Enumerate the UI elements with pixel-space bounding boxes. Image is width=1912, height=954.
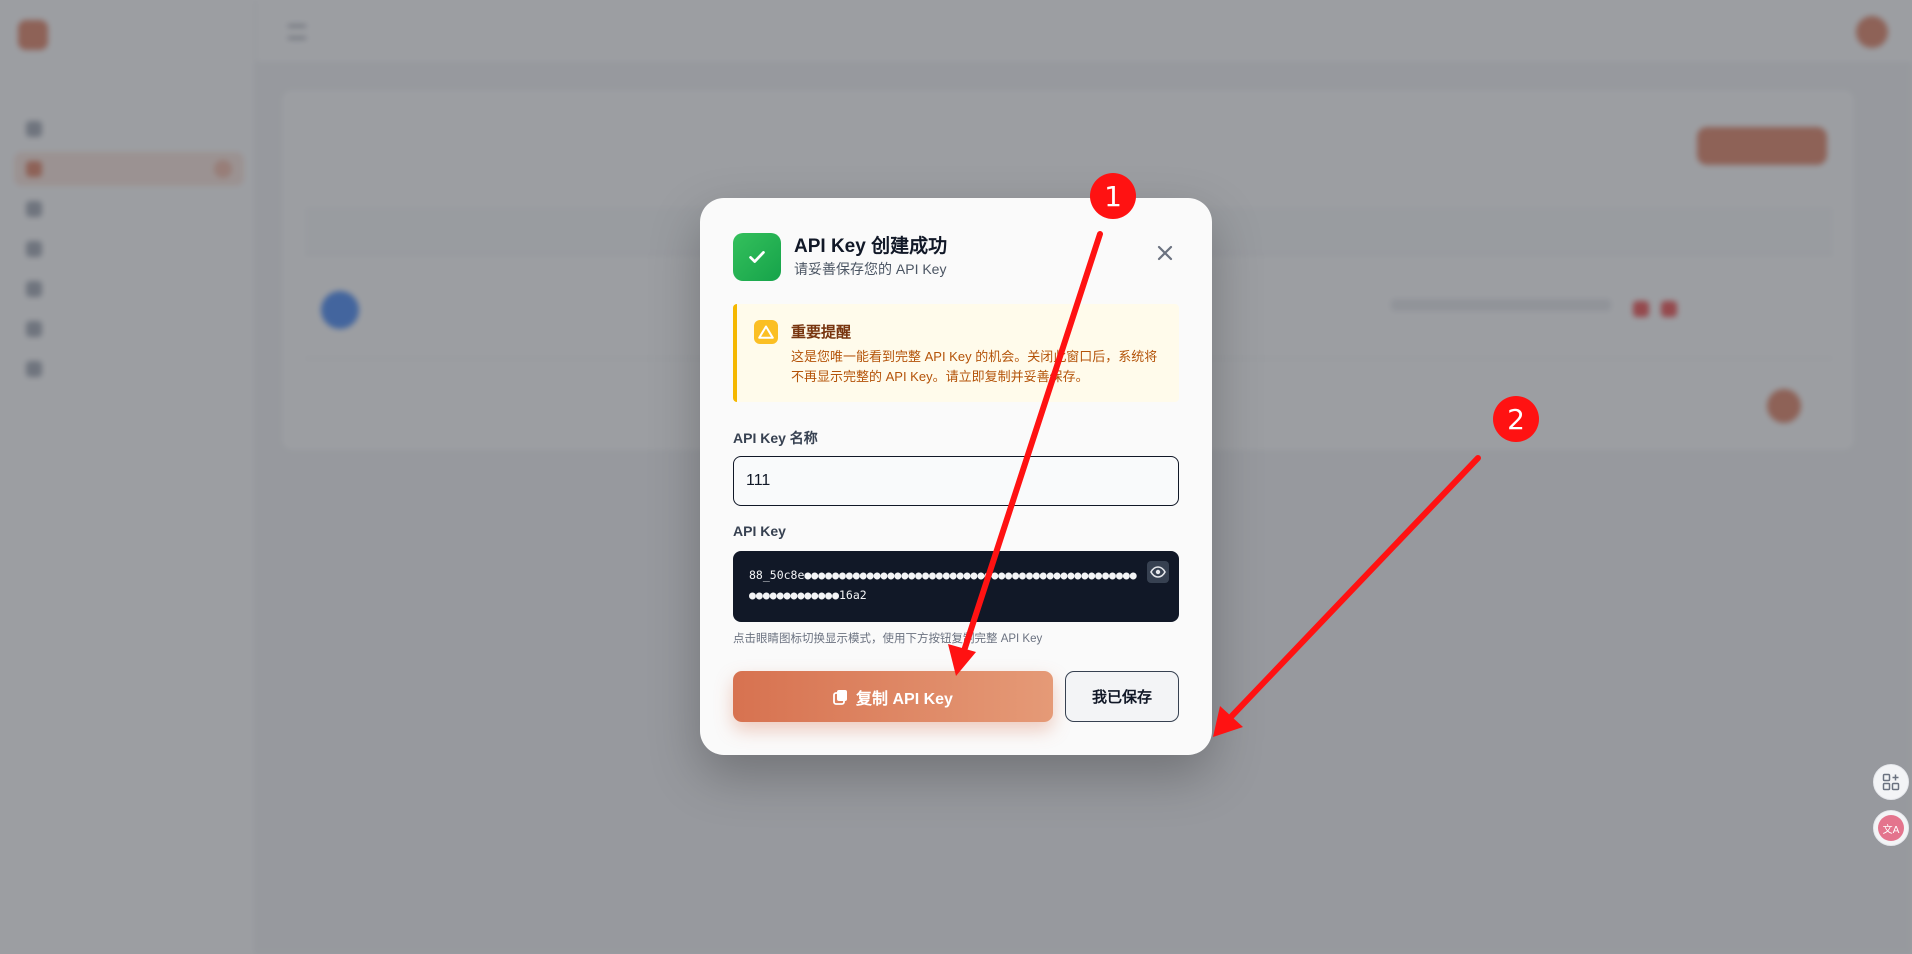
key-name-label: API Key 名称	[733, 430, 818, 446]
dialog-title: API Key 创建成功	[794, 236, 948, 257]
translate-icon-glyph: 文A	[1878, 815, 1904, 841]
dialog-header: API Key 创建成功 请妥善保存您的 API Key	[733, 233, 947, 281]
api-key-value: 88_50c8e●●●●●●●●●●●●●●●●●●●●●●●●●●●●●●●●…	[749, 568, 1137, 602]
eye-icon[interactable]	[1147, 561, 1169, 583]
apps-grid-icon[interactable]	[1873, 764, 1909, 800]
annotation-badge-1: 1	[1090, 173, 1136, 219]
copy-button-label: 复制 API Key	[856, 690, 953, 708]
api-key-label: API Key	[733, 523, 786, 539]
check-icon	[733, 233, 781, 281]
i-saved-button[interactable]: 我已保存	[1065, 671, 1179, 722]
api-key-hint: 点击眼睛图标切换显示模式，使用下方按钮复制完整 API Key	[733, 633, 1043, 645]
copy-icon	[833, 689, 848, 705]
warning-text: 这是您唯一能看到完整 API Key 的机会。关闭此窗口后，系统将不再显示完整的…	[791, 349, 1158, 384]
dialog-subtitle: 请妥善保存您的 API Key	[794, 261, 947, 277]
close-icon[interactable]	[1152, 240, 1178, 266]
api-key-display[interactable]: 88_50c8e●●●●●●●●●●●●●●●●●●●●●●●●●●●●●●●●…	[733, 551, 1179, 622]
annotation-badge-2: 2	[1493, 396, 1539, 442]
copy-api-key-button[interactable]: 复制 API Key	[733, 671, 1053, 722]
translate-icon[interactable]: 文A	[1873, 810, 1909, 846]
warning-triangle-icon	[754, 320, 778, 344]
api-key-created-dialog: API Key 创建成功 请妥善保存您的 API Key 重要提醒 这是您唯一能…	[700, 198, 1212, 755]
warning-callout: 重要提醒 这是您唯一能看到完整 API Key 的机会。关闭此窗口后，系统将不再…	[733, 304, 1179, 402]
key-name-field[interactable]	[733, 456, 1179, 506]
warning-title: 重要提醒	[791, 324, 852, 341]
